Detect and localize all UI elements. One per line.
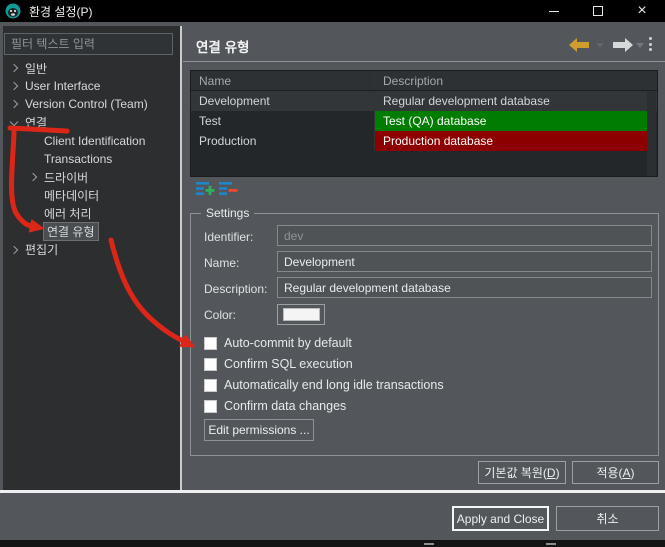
- tree-item-connections[interactable]: 연결: [3, 114, 180, 132]
- table-row-development[interactable]: Development Regular development database: [191, 91, 657, 111]
- header-divider: [183, 61, 665, 62]
- color-label: Color:: [204, 308, 237, 322]
- forward-button[interactable]: [612, 37, 634, 53]
- back-button[interactable]: [568, 37, 590, 53]
- app-logo-icon: [5, 3, 21, 19]
- checkbox-row-end-idle: Automatically end long idle transactions: [204, 378, 444, 392]
- back-history-dropdown[interactable]: [596, 43, 604, 48]
- preferences-sidebar: 일반 User Interface Version Control (Team)…: [3, 26, 180, 490]
- restore-defaults-button[interactable]: 기본값 복원(D): [478, 461, 566, 484]
- window-title: 환경 설정(P): [29, 4, 93, 19]
- name-field[interactable]: [277, 251, 652, 272]
- tree-item-metadata[interactable]: 메타데이터: [3, 186, 180, 204]
- table-row-production[interactable]: Production Production database: [191, 131, 657, 151]
- title-bar: 환경 설정(P) ×: [0, 0, 665, 22]
- maximize-icon: [593, 6, 603, 16]
- connection-types-table: Name Description Development Regular dev…: [190, 70, 658, 177]
- preferences-window: 환경 설정(P) × 일반 User Interface Version Con…: [0, 0, 665, 547]
- end-idle-transactions-checkbox[interactable]: [204, 378, 217, 392]
- chevron-right-icon: [9, 245, 19, 255]
- color-picker-button[interactable]: [277, 304, 325, 325]
- taskbar-strip: [0, 540, 665, 547]
- forward-history-dropdown[interactable]: [636, 43, 644, 48]
- page-title: 연결 유형: [196, 40, 250, 55]
- column-header-description: Description: [383, 74, 444, 88]
- checkbox-row-confirm-data: Confirm data changes: [204, 399, 346, 413]
- name-label: Name:: [204, 256, 240, 270]
- confirm-sql-checkbox[interactable]: [204, 357, 217, 371]
- tree-item-transactions[interactable]: Transactions: [3, 150, 180, 168]
- tree-item-client-identification[interactable]: Client Identification: [3, 132, 180, 150]
- tree-item-editors[interactable]: 편집기: [3, 241, 180, 259]
- tree-item-user-interface[interactable]: User Interface: [3, 77, 180, 95]
- tree-item-connection-types[interactable]: 연결 유형: [3, 222, 180, 242]
- apply-and-close-button[interactable]: Apply and Close: [452, 506, 549, 531]
- table-scrollbar[interactable]: [647, 91, 656, 176]
- confirm-data-changes-checkbox[interactable]: [204, 399, 217, 413]
- forward-arrow-icon: [613, 38, 633, 52]
- settings-legend: Settings: [201, 206, 255, 220]
- checkbox-row-autocommit: Auto-commit by default: [204, 336, 352, 350]
- remove-connection-type-button[interactable]: [219, 181, 239, 199]
- description-field[interactable]: [277, 277, 652, 298]
- checkbox-row-confirm-sql: Confirm SQL execution: [204, 357, 353, 371]
- chevron-right-icon: [9, 82, 19, 91]
- preferences-tree: 일반 User Interface Version Control (Team)…: [3, 59, 180, 259]
- identifier-field: [277, 225, 652, 246]
- apply-button[interactable]: 적용(A): [572, 461, 659, 484]
- chevron-right-icon: [9, 100, 19, 109]
- chevron-down-icon: [9, 117, 19, 126]
- filter-input[interactable]: [4, 33, 173, 55]
- maximize-button[interactable]: [576, 0, 620, 22]
- edit-permissions-button[interactable]: Edit permissions ...: [204, 419, 314, 441]
- back-arrow-icon: [569, 38, 589, 52]
- plus-icon: [205, 185, 215, 195]
- pane-divider[interactable]: [180, 26, 182, 490]
- color-swatch: [282, 308, 320, 321]
- tree-item-error-handling[interactable]: 에러 처리: [3, 205, 180, 223]
- view-menu-button[interactable]: [649, 37, 653, 54]
- tree-item-drivers[interactable]: 드라이버: [3, 168, 180, 186]
- add-connection-type-button[interactable]: [196, 181, 216, 199]
- autocommit-checkbox[interactable]: [204, 336, 217, 350]
- table-row-test[interactable]: Test Test (QA) database: [191, 111, 657, 131]
- chevron-right-icon: [28, 172, 38, 182]
- minimize-button[interactable]: [532, 0, 576, 22]
- close-icon: ×: [637, 2, 647, 19]
- description-label: Description:: [204, 282, 268, 296]
- close-button[interactable]: ×: [620, 0, 664, 22]
- tree-item-version-control[interactable]: Version Control (Team): [3, 95, 180, 113]
- identifier-label: Identifier:: [204, 230, 254, 244]
- tree-item-general[interactable]: 일반: [3, 59, 180, 77]
- column-header-name: Name: [191, 71, 375, 90]
- minus-icon: [228, 189, 238, 192]
- kebab-icon: [649, 37, 652, 40]
- table-header-row: Name Description: [191, 71, 657, 91]
- minimize-icon: [549, 10, 559, 12]
- cancel-button[interactable]: 취소: [556, 506, 659, 531]
- chevron-right-icon: [9, 63, 19, 73]
